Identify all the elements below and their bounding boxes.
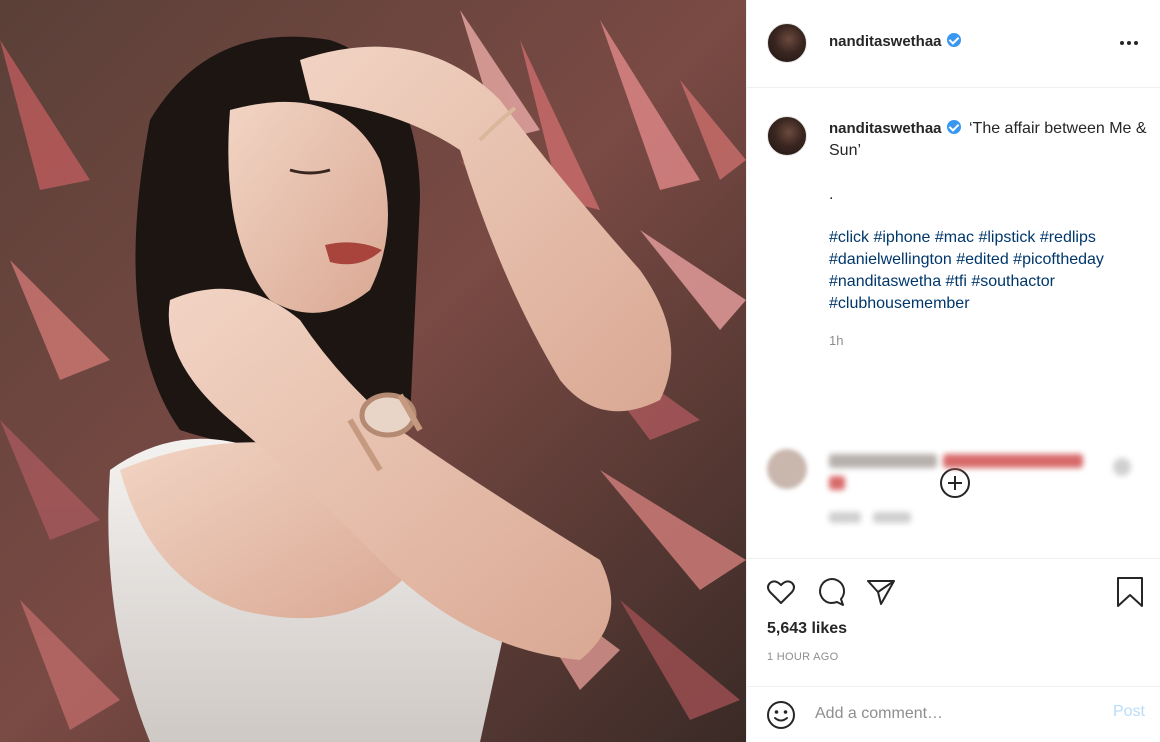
comment-text-blurred [943,454,1083,468]
verified-badge-icon [946,120,961,134]
comment-avatar [767,449,807,489]
post-details-panel: nanditaswethaa nanditaswethaa ‘The affai… [746,0,1160,742]
hashtag-link[interactable]: #tfi [946,273,967,290]
likes-count[interactable]: 5,643 likes [767,620,847,638]
hashtag-link[interactable]: #click [829,229,869,246]
blurred-comment [747,440,1160,540]
hashtag-link[interactable]: #edited [956,251,1009,268]
username-text: nanditaswethaa [829,33,942,50]
post-photo[interactable] [0,0,746,742]
caption-age: 1h [829,333,844,348]
caption-username[interactable]: nanditaswethaa [829,120,961,137]
add-comment-bar: Post [747,686,1160,742]
hashtag-link[interactable]: #southactor [971,273,1055,290]
caption-text-block: nanditaswethaa ‘The affair between Me & … [829,118,1147,162]
post-header: nanditaswethaa [747,0,1160,88]
photo-illustration [0,0,746,742]
hashtag-link[interactable]: #lipstick [978,229,1035,246]
post-timestamp: 1 HOUR AGO [767,651,839,663]
heart-icon[interactable] [764,575,798,609]
hashtag-link[interactable]: #picoftheday [1013,251,1104,268]
avatar[interactable] [767,23,807,63]
hashtag-link[interactable]: #clubhousemember [829,295,970,312]
more-options-icon[interactable] [1115,32,1143,54]
comment-like-icon [1113,458,1131,476]
hashtag-link[interactable]: #mac [935,229,974,246]
caption-username-text: nanditaswethaa [829,120,942,137]
comment-input[interactable] [815,701,1095,727]
post-comment-button[interactable]: Post [1113,703,1145,721]
comment-time-blurred [829,512,861,523]
bookmark-icon[interactable] [1113,575,1147,609]
hashtag-link[interactable]: #iphone [873,229,930,246]
hashtag-link[interactable]: #danielwellington [829,251,952,268]
paper-plane-icon[interactable] [864,575,898,609]
hashtag-list: #click #iphone #mac #lipstick #redlips #… [829,227,1149,315]
caption-avatar[interactable] [767,116,807,156]
username-link[interactable]: nanditaswethaa [829,33,961,50]
hashtag-link[interactable]: #redlips [1040,229,1096,246]
caption-dot: . [829,186,834,203]
verified-badge-icon [946,33,961,47]
smiley-icon[interactable] [765,699,797,731]
comment-text-blurred-2 [829,476,845,490]
comment-bubble-icon[interactable] [814,575,848,609]
comment-reply-blurred [873,512,911,523]
hashtag-link[interactable]: #nanditaswetha [829,273,941,290]
comment-username-blurred [829,454,937,468]
